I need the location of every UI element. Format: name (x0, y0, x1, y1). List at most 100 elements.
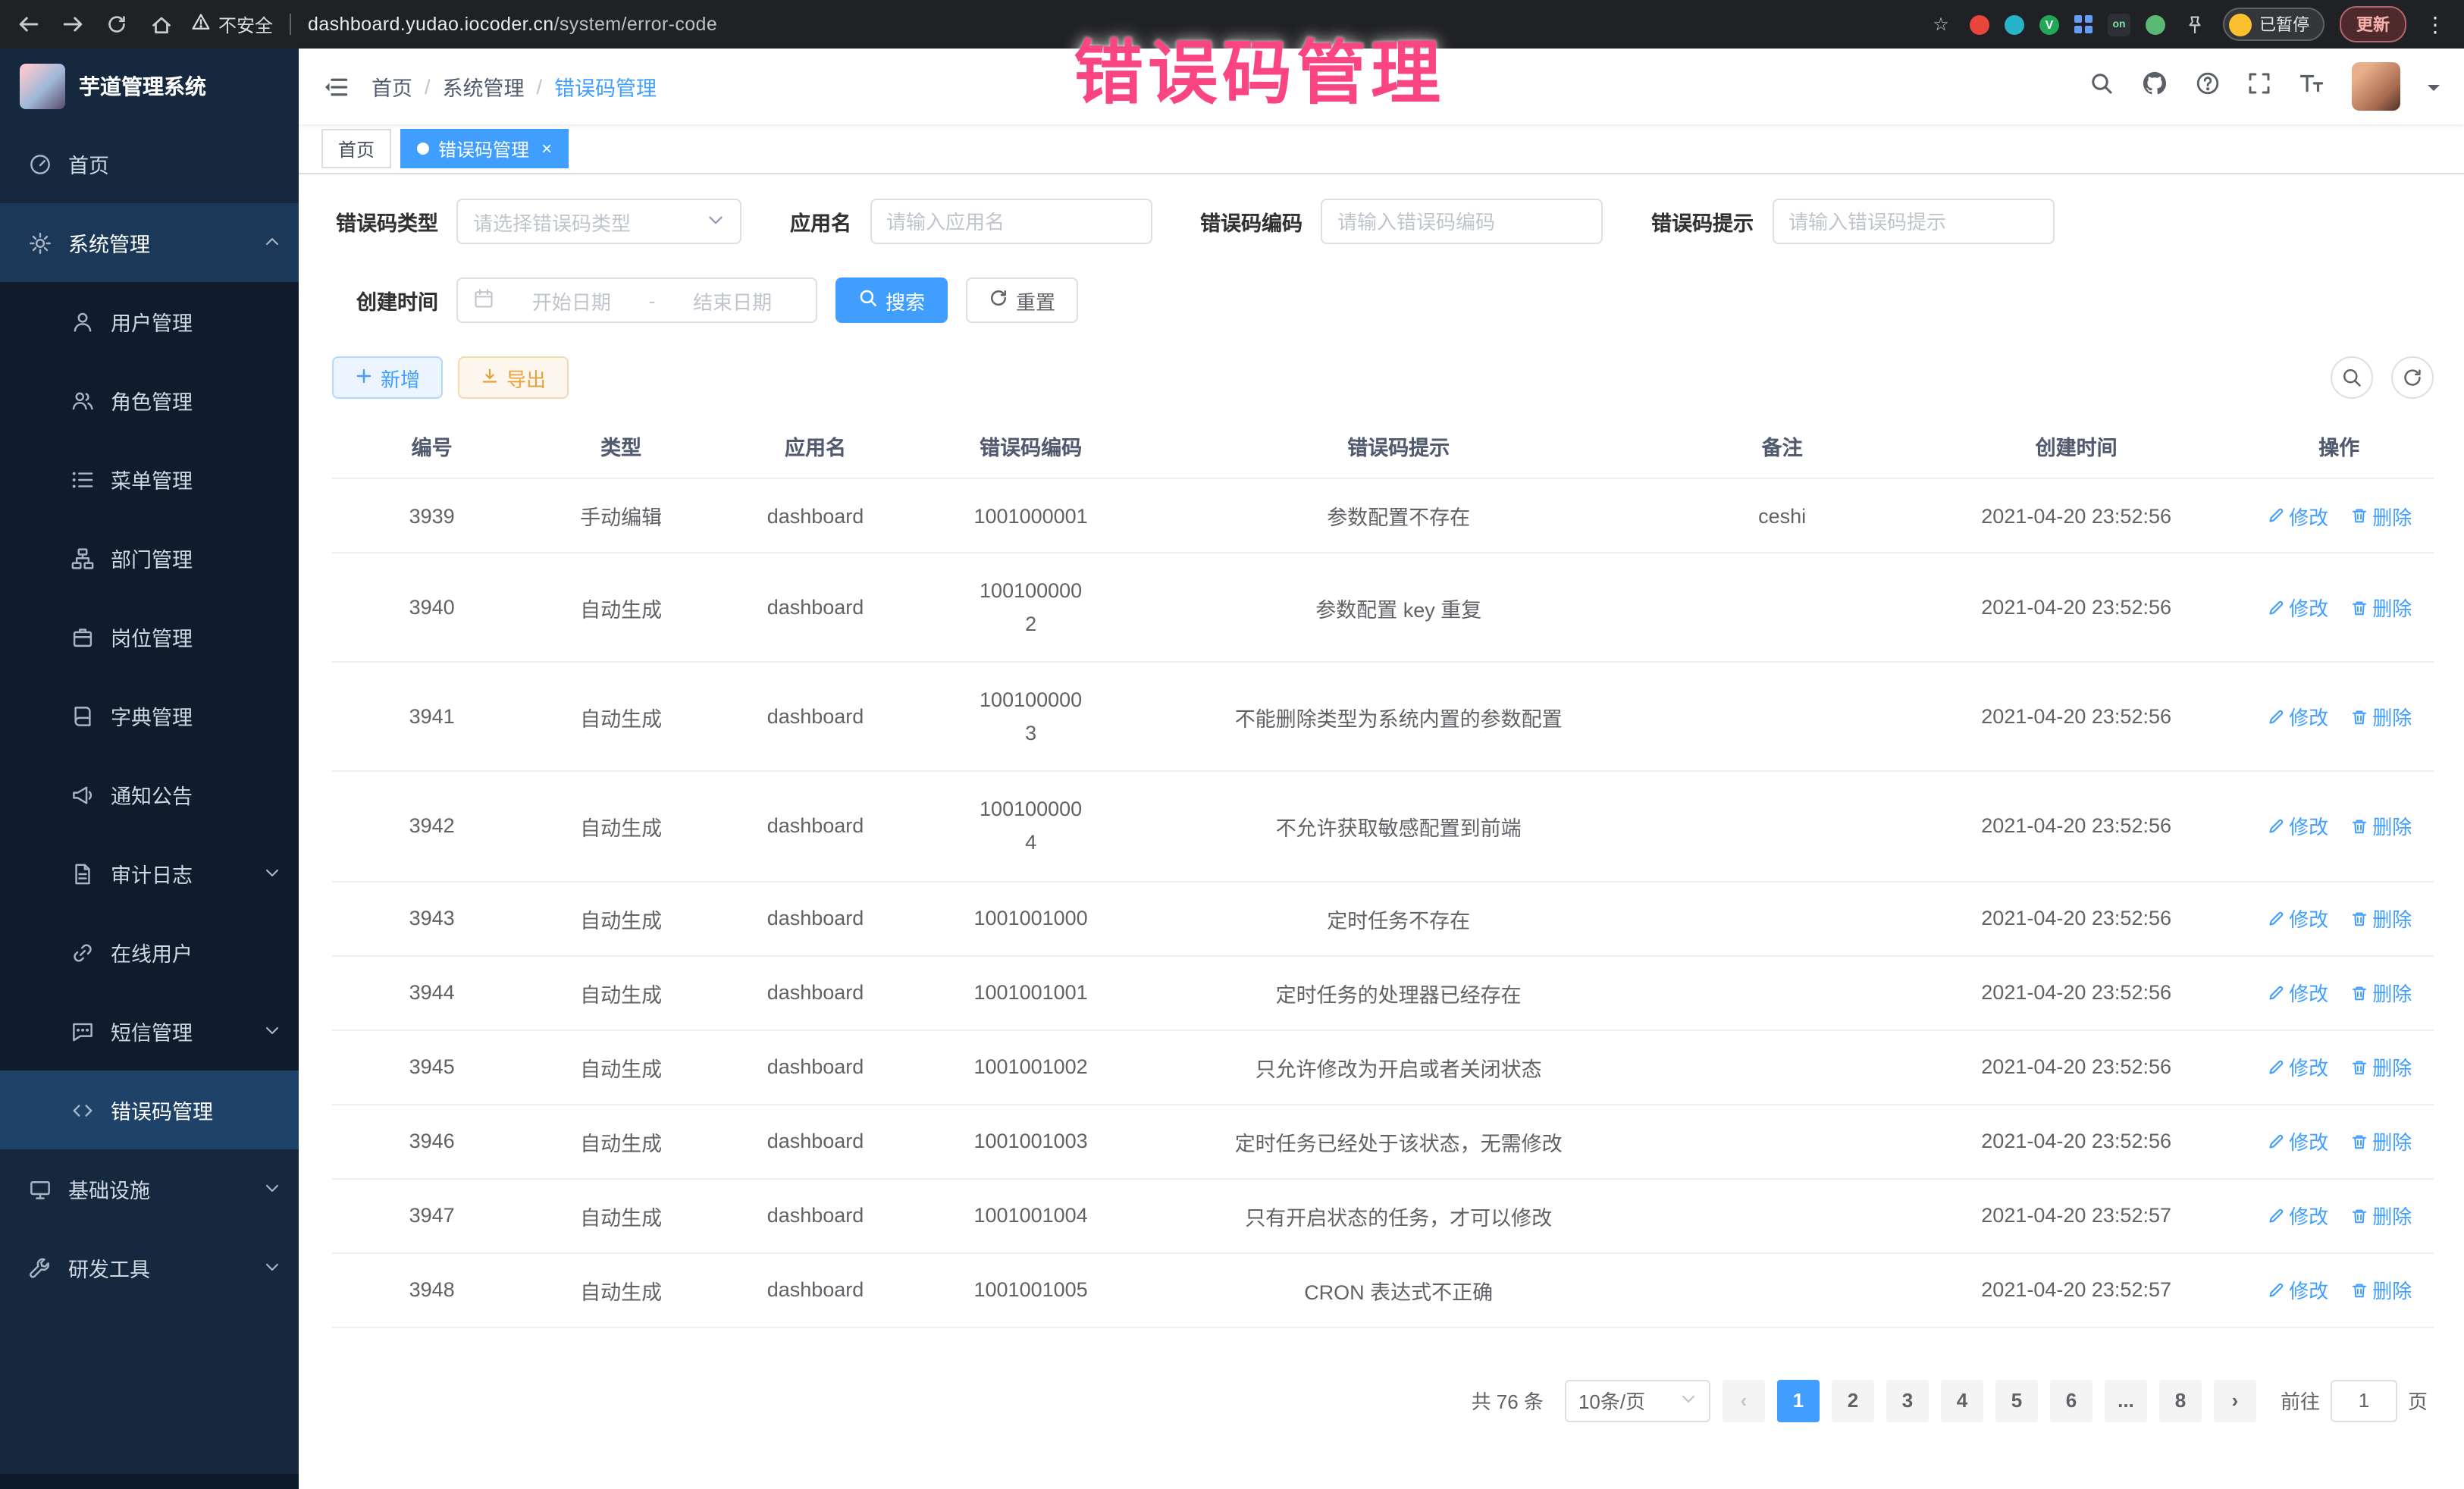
github-icon[interactable] (2141, 69, 2168, 104)
extension-drop-icon[interactable] (2005, 14, 2024, 34)
page-size-select[interactable]: 10条/页 (1565, 1379, 1710, 1422)
page-button-8[interactable]: 8 (2159, 1379, 2202, 1422)
sidebar-item-13[interactable]: 错误码管理 (0, 1071, 299, 1149)
search-icon[interactable] (2089, 71, 2114, 102)
extension-onetab-icon[interactable]: on (2108, 13, 2130, 36)
avatar-caret-icon[interactable] (2428, 85, 2440, 97)
edit-link[interactable]: 修改 (2266, 904, 2328, 933)
prev-page-button[interactable]: ‹ (1723, 1379, 1765, 1422)
page-ellipsis-button[interactable]: ... (2105, 1379, 2147, 1422)
page-tab[interactable]: 错误码管理× (400, 129, 569, 168)
reset-button[interactable]: 重置 (966, 277, 1078, 323)
sidebar-item-9[interactable]: 通知公告 (0, 755, 299, 834)
edit-link[interactable]: 修改 (2266, 501, 2328, 530)
error-message-input[interactable] (1788, 210, 2037, 233)
sidebar-item-11[interactable]: 在线用户 (0, 913, 299, 992)
breadcrumb-item[interactable]: 首页 (371, 71, 412, 102)
edit-link[interactable]: 修改 (2266, 978, 2328, 1007)
next-page-button[interactable]: › (2214, 1379, 2256, 1422)
delete-link[interactable]: 删除 (2350, 812, 2412, 841)
extension-grid-icon[interactable] (2074, 15, 2093, 33)
edit-link[interactable]: 修改 (2266, 1201, 2328, 1230)
cell-operations: 修改删除 (2244, 662, 2434, 771)
refresh-table-button[interactable] (2391, 356, 2434, 399)
extension-record-icon[interactable] (1970, 14, 1989, 34)
edit-link[interactable]: 修改 (2266, 1127, 2328, 1155)
browser-forward-icon[interactable] (59, 11, 86, 38)
page-button-2[interactable]: 2 (1832, 1379, 1874, 1422)
sidebar-menu: 首页系统管理用户管理角色管理菜单管理部门管理岗位管理字典管理通知公告审计日志在线… (0, 124, 299, 1307)
sidebar-item-7[interactable]: 岗位管理 (0, 597, 299, 676)
delete-link[interactable]: 删除 (2350, 1052, 2412, 1081)
delete-link[interactable]: 删除 (2350, 978, 2412, 1007)
edit-link[interactable]: 修改 (2266, 593, 2328, 622)
page-button-5[interactable]: 5 (1995, 1379, 2038, 1422)
sidebar-item-4[interactable]: 角色管理 (0, 361, 299, 440)
edit-link[interactable]: 修改 (2266, 703, 2328, 732)
cell-type: 自动生成 (531, 1178, 710, 1252)
page-button-3[interactable]: 3 (1886, 1379, 1929, 1422)
user-avatar[interactable] (2352, 62, 2400, 111)
error-code-input[interactable] (1337, 210, 1586, 233)
delete-link[interactable]: 删除 (2350, 593, 2412, 622)
delete-link[interactable]: 删除 (2350, 1275, 2412, 1304)
sidebar-item-8[interactable]: 字典管理 (0, 676, 299, 755)
sidebar-item-6[interactable]: 部门管理 (0, 519, 299, 597)
sidebar-item-10[interactable]: 审计日志 (0, 834, 299, 913)
error-type-select[interactable]: 请选择错误码类型 (456, 199, 741, 244)
sidebar-item-14[interactable]: 基础设施 (0, 1149, 299, 1228)
sidebar-toggle-icon[interactable] (323, 74, 349, 99)
app-name-input[interactable] (886, 210, 1135, 233)
extension-pin-icon[interactable] (2180, 11, 2208, 38)
cell-message: 只允许修改为开启或者关闭状态 (1141, 1030, 1656, 1104)
site-security-badge[interactable]: 不安全 (191, 11, 273, 37)
extension-v-icon[interactable]: V (2039, 14, 2059, 34)
browser-home-icon[interactable] (147, 11, 174, 38)
sidebar-item-15[interactable]: 研发工具 (0, 1228, 299, 1307)
search-button[interactable]: 搜索 (835, 277, 948, 323)
profile-paused-chip[interactable]: 已暂停 (2223, 8, 2324, 41)
fullscreen-icon[interactable] (2247, 71, 2271, 102)
sidebar-item-2[interactable]: 系统管理 (0, 203, 299, 282)
address-bar[interactable]: dashboard.yudao.iocoder.cn/system/error-… (308, 14, 717, 35)
delete-link[interactable]: 删除 (2350, 1201, 2412, 1230)
delete-link[interactable]: 删除 (2350, 1127, 2412, 1155)
sidebar-item-1[interactable]: 首页 (0, 124, 299, 203)
sidebar-item-3[interactable]: 用户管理 (0, 282, 299, 361)
delete-link[interactable]: 删除 (2350, 703, 2412, 732)
refresh-icon (106, 14, 127, 35)
edit-link[interactable]: 修改 (2266, 1052, 2328, 1081)
delete-link[interactable]: 删除 (2350, 501, 2412, 530)
cell-operations: 修改删除 (2244, 772, 2434, 881)
add-button[interactable]: 新增 (332, 356, 443, 399)
page-button-4[interactable]: 4 (1941, 1379, 1983, 1422)
goto-page-input[interactable] (2331, 1379, 2397, 1422)
font-size-icon[interactable] (2299, 70, 2324, 103)
browser-reload-icon[interactable] (103, 11, 130, 38)
help-icon[interactable] (2196, 71, 2220, 102)
cell-created: 2021-04-20 23:52:56 (1908, 662, 2245, 771)
sidebar-item-5[interactable]: 菜单管理 (0, 440, 299, 519)
app-logo[interactable]: 芋道管理系统 (0, 49, 299, 124)
edit-link[interactable]: 修改 (2266, 1275, 2328, 1304)
page-button-1[interactable]: 1 (1777, 1379, 1820, 1422)
create-time-range-picker[interactable]: 开始日期 - 结束日期 (456, 277, 817, 323)
cell-id: 3948 (332, 1252, 531, 1327)
browser-update-button[interactable]: 更新 (2340, 6, 2406, 42)
page-button-6[interactable]: 6 (2050, 1379, 2093, 1422)
font-size-icon (2299, 70, 2324, 96)
warning-icon (191, 12, 211, 32)
edit-link[interactable]: 修改 (2266, 812, 2328, 841)
export-button[interactable]: 导出 (458, 356, 569, 399)
tab-close-icon[interactable]: × (541, 138, 552, 159)
browser-menu-icon[interactable]: ⋮ (2422, 11, 2449, 37)
page-tab[interactable]: 首页 (321, 129, 391, 168)
sidebar-item-12[interactable]: 短信管理 (0, 992, 299, 1071)
breadcrumb-item[interactable]: 系统管理 (443, 71, 525, 102)
bookmark-star-icon[interactable]: ☆ (1927, 11, 1955, 38)
show-search-toggle-button[interactable] (2331, 356, 2373, 399)
delete-link[interactable]: 删除 (2350, 904, 2412, 933)
browser-back-icon[interactable] (15, 11, 42, 38)
extension-leaf-icon[interactable] (2146, 14, 2165, 34)
refresh-icon (989, 288, 1008, 308)
